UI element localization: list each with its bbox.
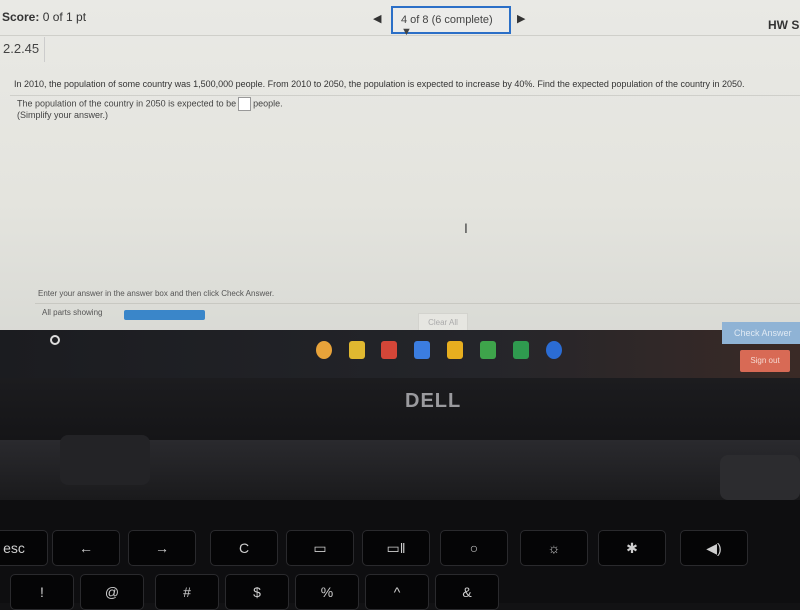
divider — [10, 95, 800, 96]
chrome-app-icon[interactable] — [316, 341, 332, 359]
text-cursor-icon: I — [464, 220, 468, 236]
key-bottom-6[interactable]: & — [435, 574, 499, 610]
question-text: In 2010, the population of some country … — [14, 79, 745, 89]
divider — [35, 303, 800, 304]
question-selector[interactable]: 4 of 8 (6 complete) ▼ — [391, 6, 511, 38]
answer-prefix: The population of the country in 2050 is… — [17, 98, 237, 109]
hw-score-label: HW S — [768, 18, 800, 32]
instruction-text: Enter your answer in the answer box and … — [38, 289, 275, 298]
score-label: Score: — [2, 10, 40, 24]
key-bottom-2[interactable]: # — [155, 574, 219, 610]
score-value: 0 of 1 pt — [42, 10, 87, 24]
browser-screen: Score: 0 of 1 pt ◀ 4 of 8 (6 complete) ▼… — [0, 0, 800, 335]
question-selector-label: 4 of 8 (6 complete) — [401, 14, 493, 26]
key-bottom-5[interactable]: ^ — [365, 574, 429, 610]
key-bottom-1[interactable]: @ — [80, 574, 144, 610]
hinge-right — [720, 455, 800, 500]
next-question-icon[interactable]: ▶ — [517, 12, 525, 25]
launcher-icon[interactable] — [50, 335, 60, 345]
answer-suffix: people. — [253, 98, 283, 109]
key-bottom-0[interactable]: ! — [10, 574, 74, 610]
chromeos-shelf — [0, 330, 800, 378]
dropdown-arrow-icon: ▼ — [401, 26, 412, 38]
sign-out-button[interactable]: Sign out — [740, 350, 790, 372]
files-app-icon[interactable] — [546, 341, 562, 359]
problem-number: 2.2.45 — [0, 37, 45, 62]
simplify-hint: (Simplify your answer.) — [17, 110, 109, 120]
dell-logo: DELL — [405, 390, 462, 412]
key-2[interactable]: → — [128, 530, 196, 566]
question-nav: ◀ 4 of 8 (6 complete) ▼ ▶ — [373, 6, 533, 38]
key-0[interactable]: esc — [0, 530, 48, 566]
key-9[interactable]: ◀) — [680, 530, 748, 566]
key-5[interactable]: ▭ǁ — [362, 530, 430, 566]
answer-sentence: The population of the country in 2050 is… — [17, 97, 283, 111]
check-answer-button[interactable]: Check Answer — [722, 322, 800, 344]
score-bar: Score: 0 of 1 pt ◀ 4 of 8 (6 complete) ▼… — [0, 0, 800, 38]
key-bottom-3[interactable]: $ — [225, 574, 289, 610]
gmail-app-icon[interactable] — [381, 341, 397, 359]
key-1[interactable]: ← — [52, 530, 120, 566]
sheets-app-icon[interactable] — [513, 341, 529, 359]
drive-app-icon[interactable] — [480, 341, 496, 359]
answer-input[interactable] — [238, 97, 252, 111]
key-8[interactable]: ✱ — [598, 530, 666, 566]
key-4[interactable]: ▭ — [286, 530, 354, 566]
previous-question-icon[interactable]: ◀ — [373, 12, 381, 25]
key-6[interactable]: ○ — [440, 530, 508, 566]
slides-app-icon[interactable] — [447, 341, 463, 359]
classroom-app-icon[interactable] — [349, 341, 365, 359]
key-bottom-4[interactable]: % — [295, 574, 359, 610]
key-3[interactable]: C — [210, 530, 278, 566]
key-7[interactable]: ☼ — [520, 530, 588, 566]
parts-progress-bar — [124, 310, 205, 320]
docs-app-icon[interactable] — [414, 341, 430, 359]
score: Score: 0 of 1 pt — [2, 10, 86, 24]
parts-label: All parts showing — [42, 308, 103, 317]
hinge-left — [60, 435, 150, 485]
